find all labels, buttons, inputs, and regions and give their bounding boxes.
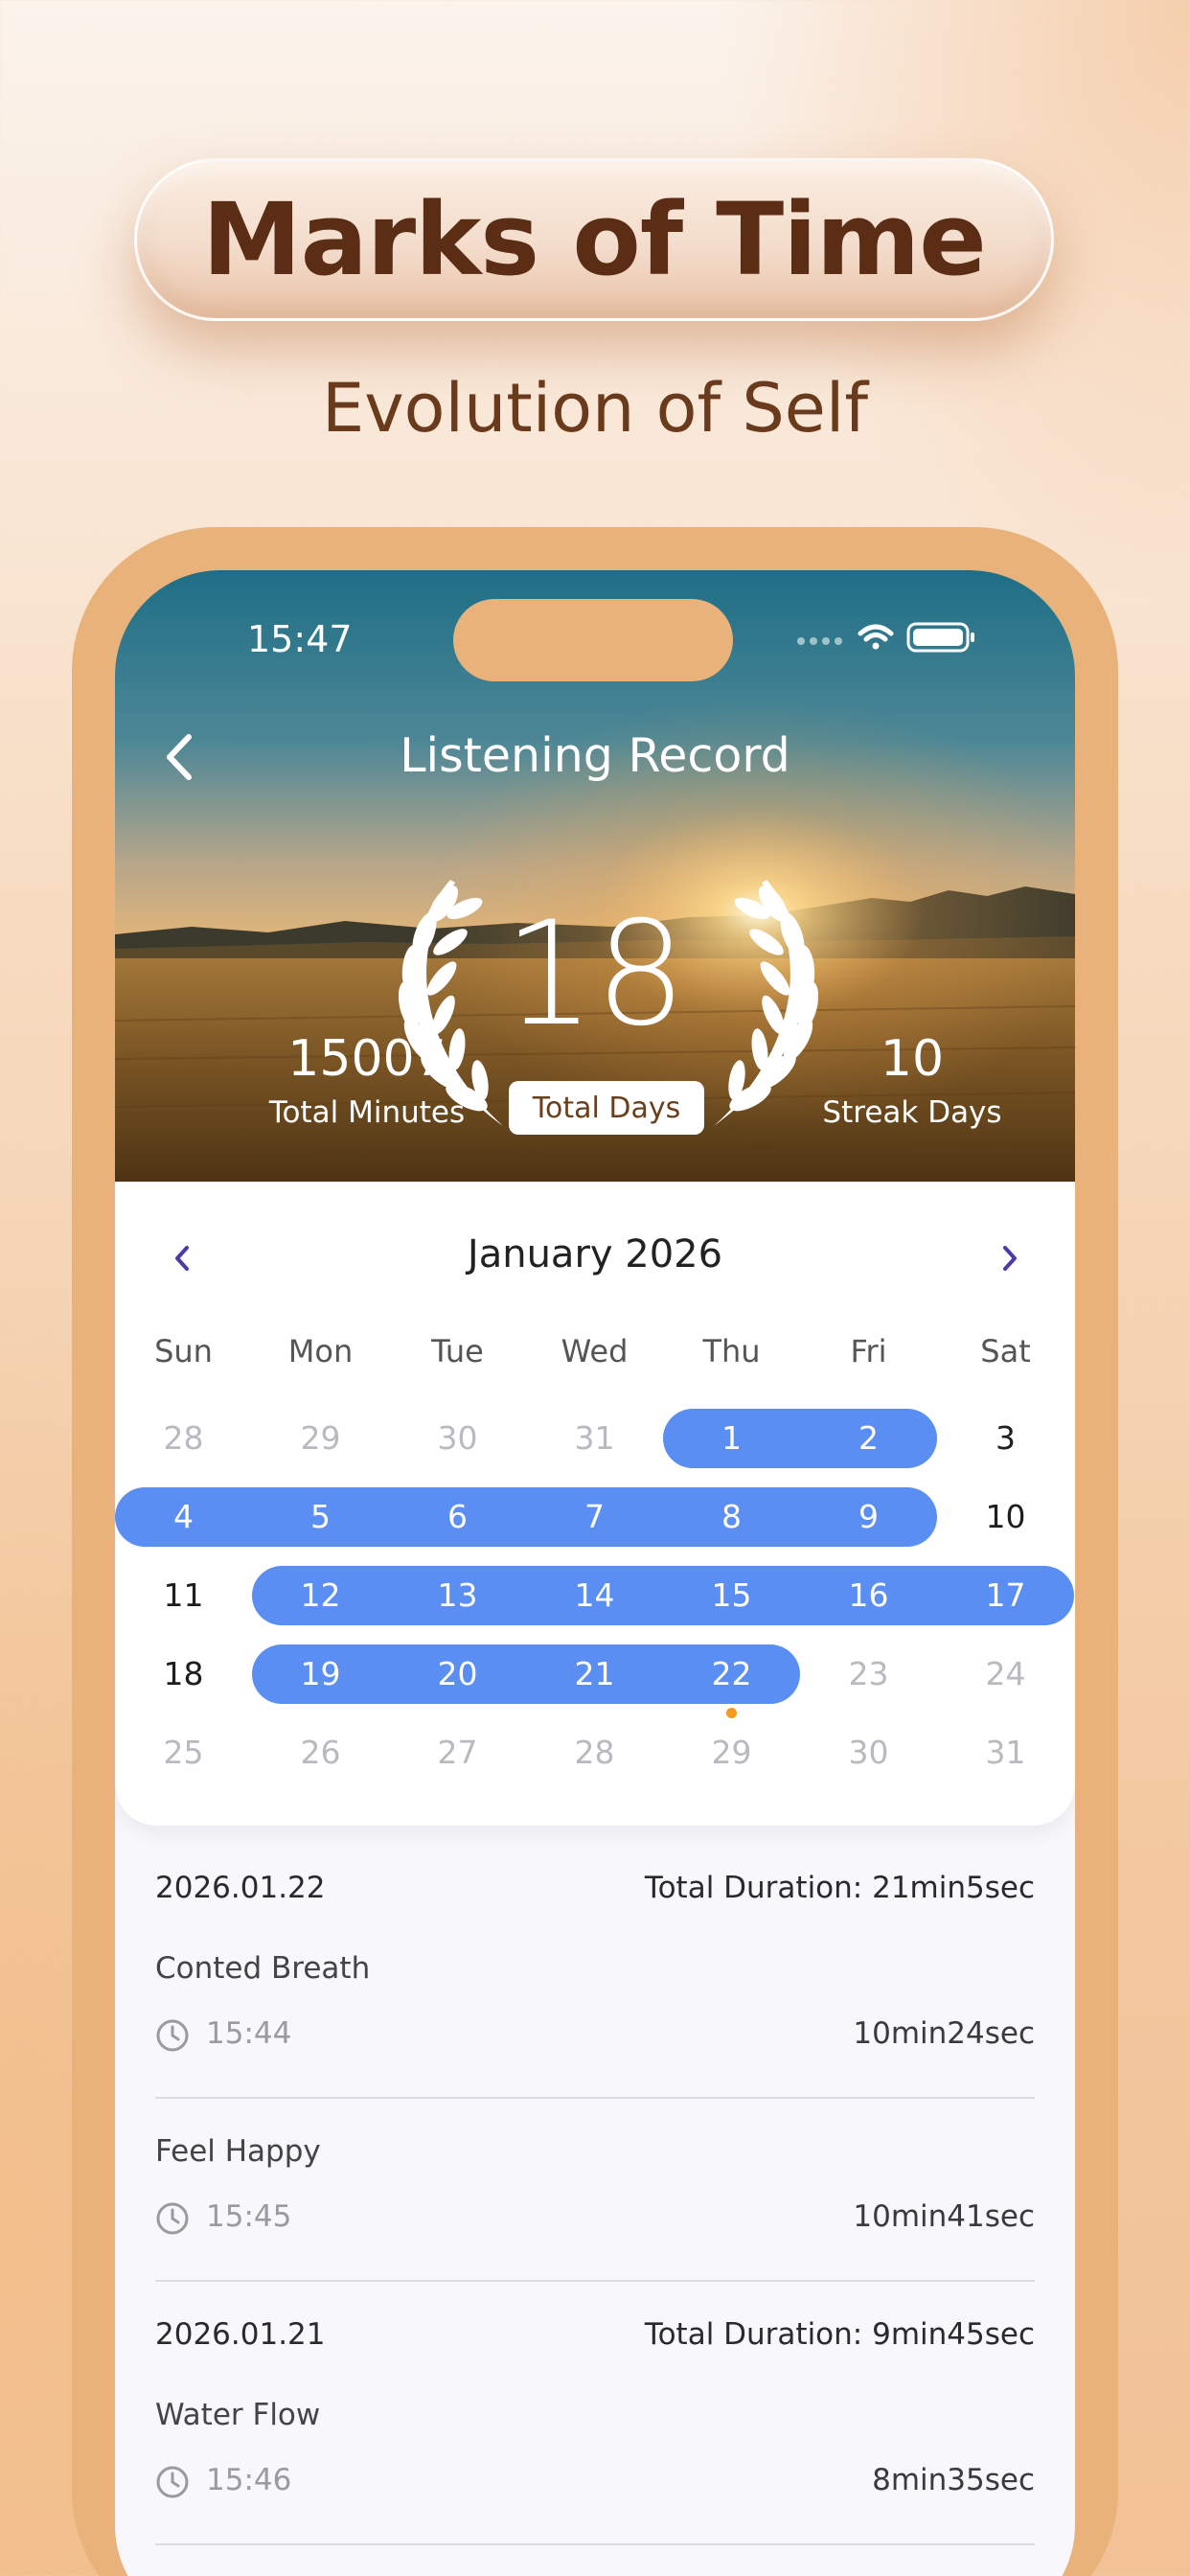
signal-icon xyxy=(797,637,842,645)
promo-title: Marks of Time xyxy=(202,181,987,298)
page-title: Listening Record xyxy=(400,728,790,783)
record-duration: 10min24sec xyxy=(853,2016,1035,2051)
weekday-tue: Tue xyxy=(431,1333,484,1369)
clock-icon xyxy=(155,2018,190,2053)
calendar-day[interactable]: 20 xyxy=(389,1644,526,1704)
total-days-label: Total Days xyxy=(509,1081,704,1135)
calendar-card: January 2026 Sun Mon Tue Wed Thu Fri Sat 28 29 3… xyxy=(115,1182,1075,1826)
streak-days-label: Streak Days xyxy=(822,1095,1002,1130)
calendar-day[interactable]: 21 xyxy=(526,1644,663,1704)
next-month-button[interactable] xyxy=(981,1230,1039,1287)
calendar-day[interactable]: 28 xyxy=(526,1723,663,1782)
calendar-day[interactable]: 29 xyxy=(252,1409,389,1468)
stats-banner: 15:47 Listening Record 18 Total Days 150… xyxy=(115,570,1075,1182)
record-divider xyxy=(155,2280,1035,2282)
record-track-name[interactable]: Feel Happy xyxy=(155,2134,321,2169)
calendar-day[interactable]: 22 xyxy=(663,1644,800,1704)
calendar-day[interactable]: 7 xyxy=(526,1487,663,1547)
streak-days-value: 10 xyxy=(880,1030,945,1088)
dynamic-island xyxy=(453,599,733,681)
calendar-day[interactable]: 30 xyxy=(389,1409,526,1468)
record-time: 15:44 xyxy=(206,2016,292,2051)
total-minutes-label: Total Minutes xyxy=(268,1095,466,1130)
record-track-name[interactable]: Conted Breath xyxy=(155,1951,370,1986)
promo-subtitle: Evolution of Self xyxy=(322,369,868,448)
calendar-day[interactable]: 31 xyxy=(526,1409,663,1468)
calendar-day[interactable]: 18 xyxy=(115,1644,252,1704)
weekday-sat: Sat xyxy=(980,1333,1031,1369)
calendar-day[interactable]: 4 xyxy=(115,1487,252,1547)
battery-icon xyxy=(906,622,974,653)
record-date: 2026.01.22 xyxy=(155,1871,326,1905)
weekday-mon: Mon xyxy=(287,1333,354,1369)
total-minutes-value: 15007 xyxy=(287,1030,446,1088)
calendar-day[interactable]: 2 xyxy=(800,1409,937,1468)
calendar-day[interactable]: 25 xyxy=(115,1723,252,1782)
calendar-day[interactable]: 13 xyxy=(389,1566,526,1625)
calendar-day[interactable]: 6 xyxy=(389,1487,526,1547)
calendar-day[interactable]: 17 xyxy=(937,1566,1074,1625)
calendar-day[interactable]: 14 xyxy=(526,1566,663,1625)
calendar-day[interactable]: 3 xyxy=(937,1409,1074,1468)
record-total-duration: Total Duration: 21min5sec xyxy=(644,1871,1035,1905)
status-time: 15:47 xyxy=(247,618,353,660)
weekday-thu: Thu xyxy=(702,1333,761,1369)
calendar-day[interactable]: 24 xyxy=(937,1644,1074,1704)
record-time: 15:46 xyxy=(206,2463,292,2497)
weekday-sun: Sun xyxy=(154,1333,213,1369)
calendar-day[interactable]: 28 xyxy=(115,1409,252,1468)
calendar-day[interactable]: 1 xyxy=(663,1409,800,1468)
calendar-day[interactable]: 19 xyxy=(252,1644,389,1704)
calendar-day[interactable]: 23 xyxy=(800,1644,937,1704)
calendar-day[interactable]: 27 xyxy=(389,1723,526,1782)
calendar-day[interactable]: 15 xyxy=(663,1566,800,1625)
calendar-day[interactable]: 31 xyxy=(937,1723,1074,1782)
calendar-day[interactable]: 8 xyxy=(663,1487,800,1547)
promo-title-pill: Marks of Time xyxy=(134,158,1054,321)
calendar-day[interactable]: 16 xyxy=(800,1566,937,1625)
record-date: 2026.01.21 xyxy=(155,2317,326,2352)
record-duration: 8min35sec xyxy=(872,2463,1035,2497)
record-divider xyxy=(155,2097,1035,2099)
record-track-name[interactable]: Water Flow xyxy=(155,2398,320,2432)
calendar-day[interactable]: 26 xyxy=(252,1723,389,1782)
clock-icon xyxy=(155,2465,190,2499)
weekday-fri: Fri xyxy=(850,1333,887,1369)
chevron-right-icon xyxy=(1003,1246,1017,1271)
wifi-icon xyxy=(858,624,894,650)
calendar-day[interactable]: 5 xyxy=(252,1487,389,1547)
record-duration: 10min41sec xyxy=(853,2199,1035,2234)
calendar-day[interactable]: 10 xyxy=(937,1487,1074,1547)
calendar-day[interactable]: 11 xyxy=(115,1566,252,1625)
calendar-day[interactable]: 9 xyxy=(800,1487,937,1547)
record-total-duration: Total Duration: 9min45sec xyxy=(644,2317,1035,2352)
today-indicator-dot xyxy=(726,1708,737,1718)
calendar-day[interactable]: 29 xyxy=(663,1723,800,1782)
calendar-day[interactable]: 30 xyxy=(800,1723,937,1782)
record-divider xyxy=(155,2543,1035,2545)
clock-icon xyxy=(155,2201,190,2236)
app-screen: 15:47 Listening Record 18 Total Days 150… xyxy=(115,570,1075,2576)
record-time: 15:45 xyxy=(206,2199,292,2234)
weekday-wed: Wed xyxy=(561,1333,629,1369)
calendar-month-label: January 2026 xyxy=(467,1232,723,1276)
status-icons xyxy=(797,622,974,653)
calendar-day[interactable]: 12 xyxy=(252,1566,389,1625)
